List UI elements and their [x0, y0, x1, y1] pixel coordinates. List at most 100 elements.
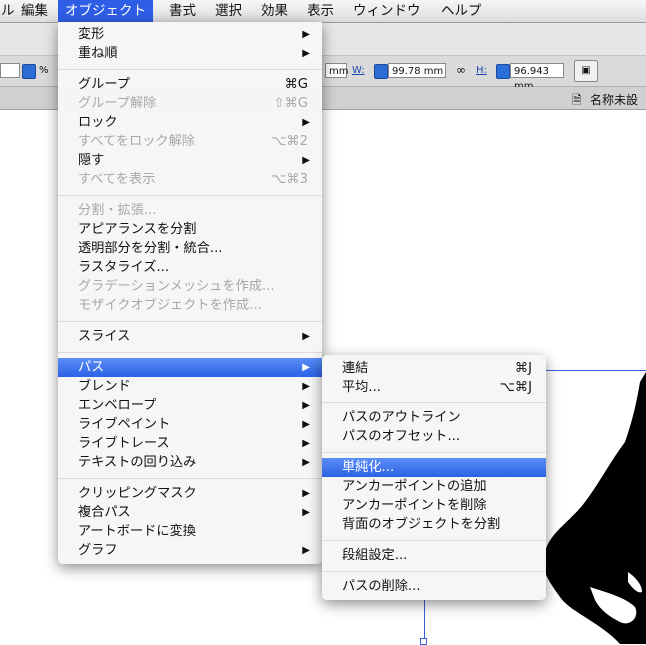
menu-item-label: ロック [78, 115, 118, 130]
opacity-arrow-button[interactable] [22, 64, 36, 79]
submenu-arrow-icon: ▶ [302, 29, 310, 40]
submenu-arrow-icon: ▶ [302, 545, 310, 556]
menu-item-label: パスの削除... [342, 579, 421, 594]
menu-item-expand-appearance[interactable]: アピアランスを分割 [58, 220, 322, 239]
menu-item-create-gradient-mesh[interactable]: グラデーションメッシュを作成... [58, 277, 322, 296]
menu-help[interactable]: ヘルプ [434, 0, 489, 22]
menu-view[interactable]: 表示 [300, 0, 341, 22]
menu-type[interactable]: 書式 [162, 0, 203, 22]
menu-item-add-anchor-points[interactable]: アンカーポイントの追加 [322, 477, 546, 496]
menu-object[interactable]: オブジェクト [58, 0, 153, 22]
submenu-arrow-icon: ▶ [302, 381, 310, 392]
menu-item-path[interactable]: パス ▶ [58, 358, 322, 377]
menu-item-divide-objects-below[interactable]: 背面のオブジェクトを分割 [322, 515, 546, 534]
menu-item-compound-path[interactable]: 複合パス ▶ [58, 503, 322, 522]
menu-item-label: すべてを表示 [78, 172, 156, 187]
menu-shortcut: ⌥⌘2 [271, 134, 308, 149]
submenu-arrow-icon: ▶ [302, 362, 310, 373]
menu-item-label: モザイクオブジェクトを作成... [78, 298, 262, 313]
menu-item-remove-anchor-points[interactable]: アンカーポイントを削除 [322, 496, 546, 515]
h-stepper-button[interactable] [496, 64, 510, 79]
menu-item-join[interactable]: 連結 ⌘J [322, 359, 546, 378]
menu-item-label: アピアランスを分割 [78, 222, 197, 237]
menu-item-simplify[interactable]: 単純化... [322, 458, 546, 477]
menu-item-blend[interactable]: ブレンド ▶ [58, 377, 322, 396]
w-field[interactable]: 99.78 mm [388, 63, 446, 78]
menu-item-slice[interactable]: スライス ▶ [58, 327, 322, 346]
menu-item-arrange[interactable]: 重ね順 ▶ [58, 44, 322, 63]
selection-edge-top [540, 370, 646, 371]
menu-item-label: パスのアウトライン [342, 410, 461, 425]
h-field[interactable]: 96.943 mm [510, 63, 564, 92]
menu-item-label: 分割・拡張... [78, 203, 157, 218]
menu-item-convert-to-artboard[interactable]: アートボードに変換 [58, 522, 322, 541]
x-field-unit[interactable]: mm [325, 63, 348, 78]
menu-item-label: テキストの回り込み [78, 455, 197, 470]
menu-item-flatten-transparency[interactable]: 透明部分を分割・統合... [58, 239, 322, 258]
menu-item-create-object-mosaic[interactable]: モザイクオブジェクトを作成... [58, 296, 322, 315]
artwork-shape [543, 372, 646, 644]
submenu-arrow-icon: ▶ [302, 438, 310, 449]
menu-item-outline-stroke[interactable]: パスのアウトライン [322, 408, 546, 427]
menu-effect[interactable]: 効果 [254, 0, 295, 22]
menu-item-graph[interactable]: グラフ ▶ [58, 541, 322, 560]
transform-icon[interactable]: ▣ [574, 60, 598, 82]
menu-item-label: 複合パス [78, 505, 131, 520]
menu-item-rasterize[interactable]: ラスタライズ... [58, 258, 322, 277]
menu-item-lock[interactable]: ロック ▶ [58, 113, 322, 132]
menu-select[interactable]: 選択 [208, 0, 249, 22]
menu-item-transform[interactable]: 変形 ▶ [58, 25, 322, 44]
menu-item-live-trace[interactable]: ライブトレース ▶ [58, 434, 322, 453]
menu-item-unlock-all[interactable]: すべてをロック解除 ⌥⌘2 [58, 132, 322, 151]
menu-item-average[interactable]: 平均... ⌥⌘J [322, 378, 546, 397]
menu-item-label: すべてをロック解除 [78, 134, 195, 149]
menu-item-label: クリッピングマスク [78, 486, 197, 501]
submenu-arrow-icon: ▶ [302, 419, 310, 430]
menu-item-show-all[interactable]: すべてを表示 ⌥⌘3 [58, 170, 322, 189]
opacity-field[interactable] [0, 63, 20, 78]
menu-bar: ル 編集 オブジェクト 書式 選択 効果 表示 ウィンドウ ヘルプ [0, 0, 646, 23]
menu-item-label: グラデーションメッシュを作成... [78, 279, 275, 294]
menu-item-label: スライス [78, 329, 131, 344]
menu-item-clean-up[interactable]: パスの削除... [322, 577, 546, 596]
menu-separator [322, 402, 546, 403]
submenu-arrow-icon: ▶ [302, 400, 310, 411]
menu-item-label: ラスタライズ... [78, 260, 170, 275]
menu-item-label: 連結 [342, 361, 369, 376]
menu-item-label: 背面のオブジェクトを分割 [342, 517, 501, 532]
menu-item-hide[interactable]: 隠す ▶ [58, 151, 322, 170]
menu-shortcut: ⌘G [284, 77, 308, 92]
menu-item-label: ライブトレース [78, 436, 170, 451]
menu-item-text-wrap[interactable]: テキストの回り込み ▶ [58, 453, 322, 472]
menu-item-label: 透明部分を分割・統合... [78, 241, 223, 256]
menu-item-ungroup[interactable]: グループ解除 ⇧⌘G [58, 94, 322, 113]
menu-item-label: アートボードに変換 [78, 524, 196, 539]
menu-window[interactable]: ウィンドウ [346, 0, 428, 22]
menu-separator [322, 452, 546, 453]
percent-label: % [39, 65, 49, 76]
menu-item-group[interactable]: グループ ⌘G [58, 75, 322, 94]
menu-edit[interactable]: 編集 [14, 0, 55, 22]
menu-shortcut: ⌘J [514, 361, 532, 376]
submenu-arrow-icon: ▶ [302, 507, 310, 518]
menu-item-offset-path[interactable]: パスのオフセット... [322, 427, 546, 446]
menu-item-label: グラフ [78, 543, 118, 558]
menu-shortcut: ⇧⌘G [273, 96, 308, 111]
menu-separator [58, 478, 322, 479]
menu-item-label: エンベロープ [78, 398, 157, 413]
menu-item-envelope[interactable]: エンベロープ ▶ [58, 396, 322, 415]
menu-item-label: 変形 [78, 27, 105, 42]
menu-item-live-paint[interactable]: ライブペイント ▶ [58, 415, 322, 434]
menu-item-split-into-grid[interactable]: 段組設定... [322, 546, 546, 565]
menu-item-label: アンカーポイントを削除 [342, 498, 487, 513]
menu-item-label: ライブペイント [78, 417, 171, 432]
menu-item-expand[interactable]: 分割・拡張... [58, 201, 322, 220]
menu-shortcut: ⌥⌘3 [271, 172, 308, 187]
menu-item-label: アンカーポイントの追加 [342, 479, 487, 494]
w-stepper-button[interactable] [374, 64, 388, 79]
menu-shortcut: ⌥⌘J [499, 380, 532, 395]
menu-item-clipping-mask[interactable]: クリッピングマスク ▶ [58, 484, 322, 503]
link-icon[interactable]: ∞ [456, 63, 466, 78]
menu-item-label: グループ解除 [78, 96, 157, 111]
menu-separator [58, 195, 322, 196]
